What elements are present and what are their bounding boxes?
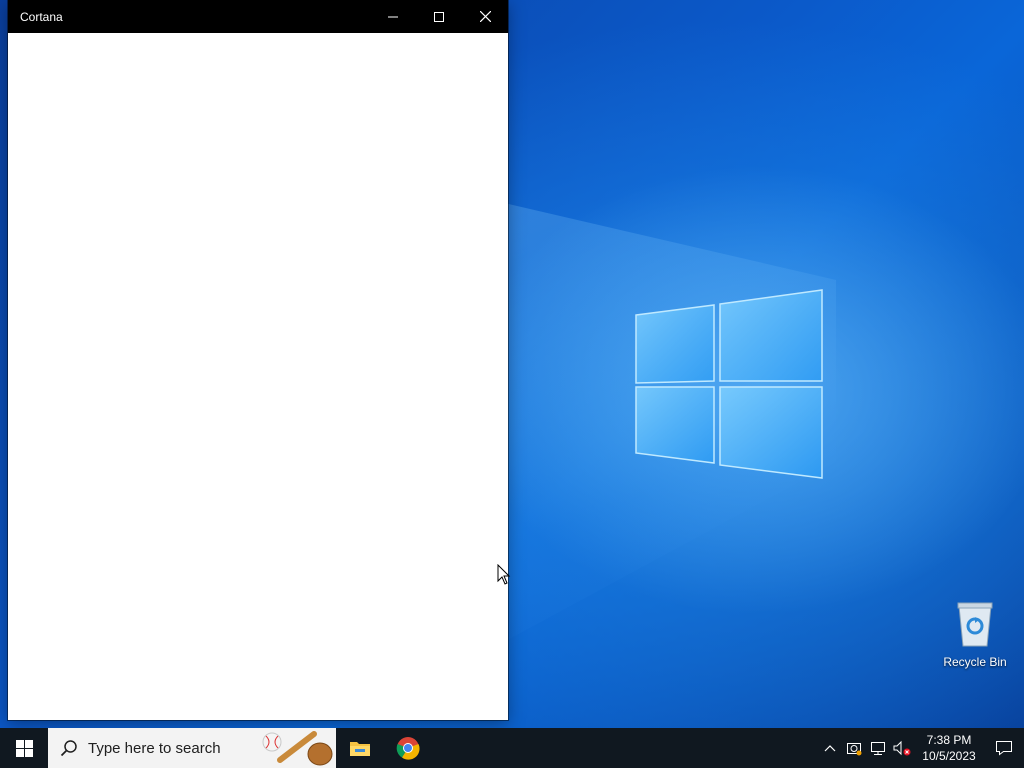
taskbar: Type here to search 7:38 PM 10/5/2023 bbox=[0, 728, 1024, 768]
action-center-button[interactable] bbox=[984, 728, 1024, 768]
system-tray: 7:38 PM 10/5/2023 bbox=[818, 728, 1024, 768]
maximize-button[interactable] bbox=[416, 0, 462, 33]
mouse-cursor-icon bbox=[497, 564, 511, 585]
baseball-search-highlight-icon bbox=[262, 731, 333, 766]
notification-icon bbox=[996, 741, 1012, 756]
taskbar-search-box[interactable]: Type here to search bbox=[48, 728, 336, 768]
window-titlebar[interactable]: Cortana bbox=[8, 0, 508, 33]
search-icon bbox=[60, 740, 77, 757]
taskbar-chrome[interactable] bbox=[384, 728, 432, 768]
update-icon bbox=[847, 743, 862, 756]
minimize-button[interactable] bbox=[370, 0, 416, 33]
tray-update-button[interactable] bbox=[842, 728, 866, 768]
cortana-content-area[interactable] bbox=[8, 33, 508, 720]
search-placeholder: Type here to search bbox=[88, 739, 221, 757]
folder-icon bbox=[350, 742, 370, 756]
tray-volume-button[interactable] bbox=[890, 728, 914, 768]
windows-start-icon bbox=[15, 739, 33, 757]
desktop-icon-recycle-bin[interactable]: Recycle Bin bbox=[936, 600, 1014, 669]
chevron-up-icon bbox=[824, 745, 836, 752]
show-hidden-icons-button[interactable] bbox=[818, 728, 842, 768]
windows-logo-wallpaper bbox=[635, 289, 823, 479]
maximize-icon bbox=[434, 11, 444, 22]
clock-date: 10/5/2023 bbox=[922, 749, 976, 763]
minimize-icon bbox=[388, 16, 398, 17]
recycle-bin-icon bbox=[957, 602, 993, 647]
close-button[interactable] bbox=[462, 0, 508, 33]
recycle-bin-label: Recycle Bin bbox=[943, 655, 1007, 669]
tray-network-button[interactable] bbox=[866, 728, 890, 768]
network-icon bbox=[871, 742, 885, 755]
chrome-icon bbox=[396, 737, 420, 760]
start-button[interactable] bbox=[0, 728, 48, 768]
cortana-window[interactable]: Cortana bbox=[8, 0, 508, 720]
volume-muted-icon bbox=[893, 740, 911, 756]
taskbar-file-explorer[interactable] bbox=[336, 728, 384, 768]
taskbar-clock[interactable]: 7:38 PM 10/5/2023 bbox=[914, 732, 984, 764]
window-title: Cortana bbox=[20, 9, 63, 24]
clock-time: 7:38 PM bbox=[926, 733, 972, 747]
close-icon bbox=[479, 11, 491, 22]
